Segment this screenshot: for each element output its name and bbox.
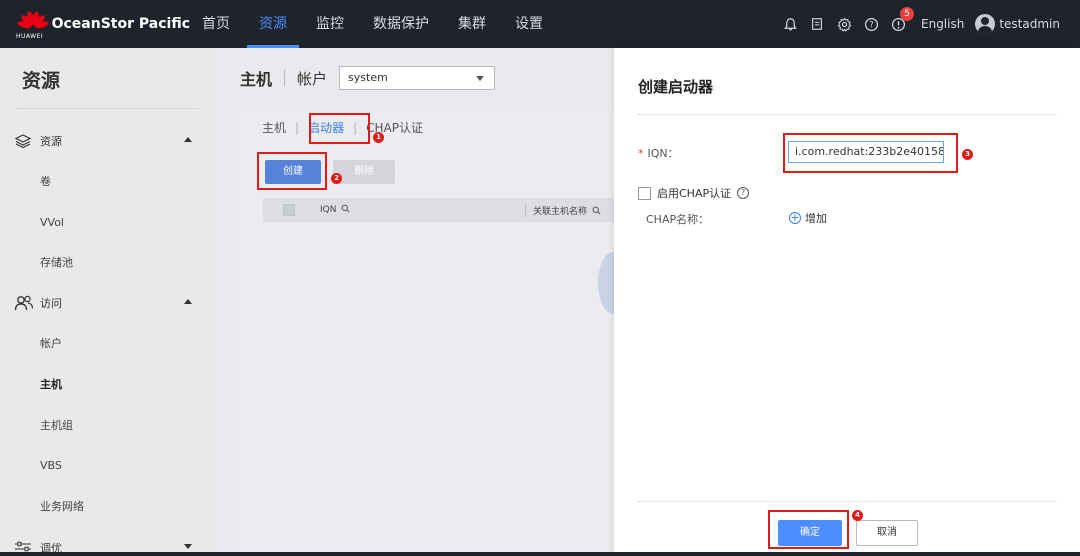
main-content: 主机 帐户 system 主机 | 启动器 | CHAP认证 创建 删除 IQN… <box>214 48 614 556</box>
document-icon[interactable] <box>809 16 825 32</box>
create-initiator-drawer: 创建启动器 * IQN： i.com.redhat:233b2e401581 启用… <box>614 48 1080 556</box>
username: testadmin <box>999 17 1060 31</box>
annotation-box-confirm-button <box>768 510 849 549</box>
required-marker: * <box>638 147 644 160</box>
svg-text:?: ? <box>869 19 873 29</box>
avatar <box>975 14 996 34</box>
page-title: 主机 <box>240 70 273 89</box>
bottom-edge <box>0 552 1080 556</box>
drawer-title: 创建启动器 <box>638 78 714 96</box>
help-icon[interactable]: ? <box>737 187 750 199</box>
company-name: HUAWEI <box>16 33 44 40</box>
alert-count-badge: 5 <box>900 7 914 21</box>
nav-data-protection[interactable]: 数据保护 <box>361 0 441 48</box>
language-switch[interactable]: English <box>921 17 964 31</box>
column-header-host-name[interactable]: 关联主机名称 <box>533 204 601 217</box>
search-icon[interactable] <box>341 204 350 213</box>
step-marker-2: 2 <box>331 173 342 184</box>
select-all-checkbox[interactable] <box>283 204 295 216</box>
sidebar-item-account[interactable]: 帐户 <box>40 334 62 354</box>
bell-icon[interactable] <box>782 16 798 32</box>
step-marker-3: 3 <box>962 149 973 160</box>
top-bar: HUAWEI OceanStor Pacific 首页 资源 监控 数据保护 集… <box>0 0 1080 48</box>
chap-name-label: CHAP名称： <box>646 213 710 226</box>
page-header: 主机 帐户 system <box>240 66 496 90</box>
enable-chap-row: 启用CHAP认证 ? <box>638 185 750 201</box>
annotation-box-iqn-input <box>783 133 958 173</box>
column-header-iqn[interactable]: IQN <box>320 204 350 215</box>
sidebar-item-vvol[interactable]: VVol <box>40 213 64 233</box>
help-icon[interactable]: ? <box>863 16 879 32</box>
sidebar-group-label: 访问 <box>40 297 62 310</box>
sidebar-title: 资源 <box>22 70 61 92</box>
chevron-down-icon <box>184 544 192 549</box>
stack-icon <box>14 132 34 150</box>
nav-resources[interactable]: 资源 <box>247 0 299 48</box>
step-marker-1: 1 <box>373 132 384 143</box>
huawei-logo-icon: HUAWEI <box>16 7 50 41</box>
sidebar-item-storage-pool[interactable]: 存储池 <box>40 253 73 273</box>
cancel-button[interactable]: 取消 <box>856 520 918 546</box>
add-chap-button[interactable]: + 增加 <box>789 210 827 226</box>
sidebar-item-host-group[interactable]: 主机组 <box>40 416 73 436</box>
drawer-divider <box>638 114 1058 115</box>
account-label: 帐户 <box>297 69 328 88</box>
chevron-down-icon <box>476 76 485 81</box>
sidebar-group-label: 资源 <box>40 135 62 148</box>
annotation-box-create-button <box>257 152 327 190</box>
plus-circle-icon: + <box>789 211 801 224</box>
sidebar-group-access[interactable]: 访问 <box>0 287 214 319</box>
sidebar-group-resources[interactable]: 资源 <box>0 125 214 157</box>
table-header: IQN 关联主机名称 <box>263 198 614 222</box>
product-name: OceanStor Pacific <box>51 16 190 32</box>
gear-icon[interactable] <box>836 16 852 32</box>
top-right-tools: ? 5 English testadmin <box>782 0 1060 48</box>
nav-monitor[interactable]: 监控 <box>304 0 356 48</box>
alert-icon[interactable]: 5 <box>890 7 914 32</box>
chevron-up-icon <box>184 137 192 142</box>
sidebar-item-vbs[interactable]: VBS <box>40 456 62 476</box>
enable-chap-label[interactable]: 启用CHAP认证 <box>657 185 731 201</box>
sidebar: 资源 资源 卷 VVol 存储池 访问 帐户 主机 主机组 VBS 业务网络 调… <box>0 48 214 556</box>
enable-chap-checkbox[interactable] <box>638 186 651 200</box>
iqn-label: * IQN： <box>638 147 679 160</box>
drawer-footer-divider <box>638 501 1058 502</box>
header-divider <box>284 70 286 86</box>
users-icon <box>14 294 34 312</box>
chevron-up-icon <box>184 299 192 304</box>
account-select[interactable]: system <box>339 66 496 90</box>
delete-button[interactable]: 删除 <box>333 160 395 184</box>
nav-settings[interactable]: 设置 <box>503 0 555 48</box>
sidebar-divider <box>16 108 198 109</box>
step-marker-4: 4 <box>852 510 863 521</box>
sidebar-item-host[interactable]: 主机 <box>40 375 62 395</box>
brand-logo[interactable]: HUAWEI OceanStor Pacific <box>0 7 190 41</box>
annotation-box-initiator-tab <box>309 113 370 144</box>
main-nav: 首页 资源 监控 数据保护 集群 设置 <box>190 0 560 48</box>
nav-home[interactable]: 首页 <box>190 0 242 48</box>
account-select-value: system <box>348 71 388 84</box>
user-menu[interactable]: testadmin <box>975 14 1060 34</box>
search-icon[interactable] <box>592 206 601 215</box>
tab-host[interactable]: 主机 <box>262 119 286 136</box>
nav-cluster[interactable]: 集群 <box>446 0 498 48</box>
sidebar-item-volume[interactable]: 卷 <box>40 172 51 192</box>
sidebar-item-service-network[interactable]: 业务网络 <box>40 497 84 517</box>
